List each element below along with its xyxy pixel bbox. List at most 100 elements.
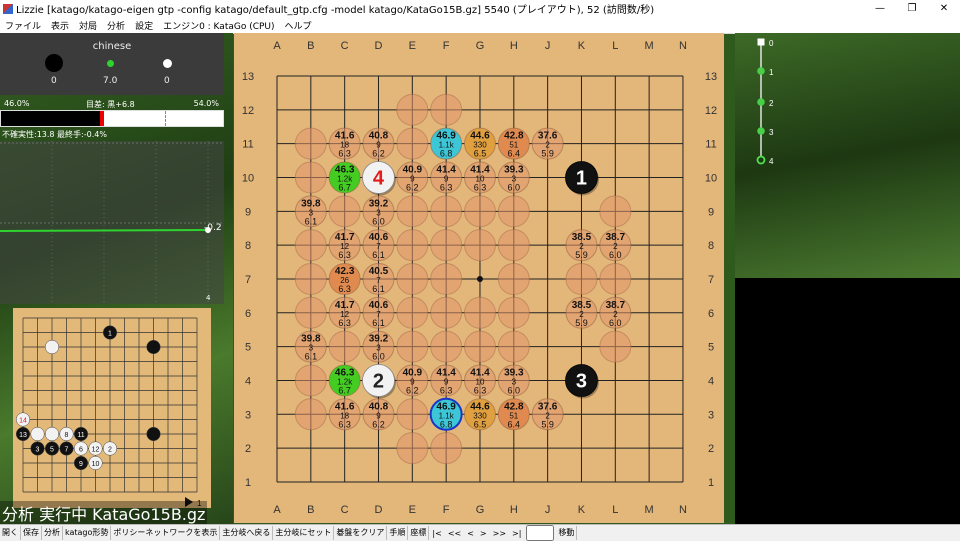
candidate-move[interactable] (396, 398, 429, 431)
menu-item[interactable]: 分析 (102, 19, 130, 32)
candidate-move[interactable] (430, 296, 463, 329)
candidate-move[interactable]: 40.896.2 (362, 398, 395, 431)
move-number-input[interactable] (526, 525, 555, 541)
candidate-move[interactable]: 42.3266.3 (328, 262, 361, 295)
toolbar-button[interactable]: 手順 (387, 526, 409, 540)
candidate-move[interactable]: 38.726.0 (599, 296, 632, 329)
candidate-move[interactable] (396, 229, 429, 262)
candidate-move[interactable] (565, 262, 598, 295)
candidate-move[interactable] (497, 229, 530, 262)
menu-item[interactable]: ヘルプ (280, 19, 317, 32)
candidate-move[interactable] (430, 229, 463, 262)
candidate-move[interactable]: 41.4106.3 (463, 161, 496, 194)
candidate-move[interactable]: 41.6186.3 (328, 398, 361, 431)
candidate-move[interactable]: 44.63306.5 (463, 127, 496, 160)
nav-button[interactable]: >> (490, 529, 509, 538)
menu-item[interactable]: 設定 (130, 19, 158, 32)
candidate-move[interactable]: 37.625.9 (531, 398, 564, 431)
candidate-move[interactable] (463, 195, 496, 228)
candidate-move[interactable]: 39.836.1 (294, 330, 327, 363)
candidate-move[interactable]: 39.336.0 (497, 161, 530, 194)
winrate-graph[interactable]: -0.2 4 (0, 141, 224, 304)
nav-button[interactable]: << (445, 529, 464, 538)
candidate-move[interactable]: 46.31.2k6.7 (328, 161, 361, 194)
candidate-move[interactable]: 38.525.9 (565, 296, 598, 329)
candidate-move[interactable] (497, 296, 530, 329)
candidate-move[interactable]: 42.8516.4 (497, 398, 530, 431)
candidate-move[interactable] (463, 330, 496, 363)
candidate-move[interactable]: 40.676.1 (362, 296, 395, 329)
candidate-move[interactable]: 44.63306.5 (463, 398, 496, 431)
candidate-move[interactable] (328, 330, 361, 363)
candidate-move[interactable] (396, 330, 429, 363)
candidate-move[interactable] (497, 262, 530, 295)
toolbar-button[interactable]: katago形勢 (63, 526, 112, 540)
toolbar-button[interactable]: 主分岐へ戻る (220, 526, 274, 540)
candidate-move[interactable] (497, 330, 530, 363)
candidate-move[interactable] (396, 262, 429, 295)
candidate-move[interactable]: 39.236.0 (362, 195, 395, 228)
candidate-move[interactable] (396, 127, 429, 160)
mini-board[interactable]: 1 8 11 13 14 3 5 7 6 12 2 9 10 1 (13, 308, 211, 508)
menu-item[interactable]: エンジン0 : KataGo (CPU) (158, 19, 279, 32)
candidate-move[interactable] (294, 296, 327, 329)
toolbar-button[interactable]: ポリシーネットワークを表示 (111, 526, 221, 540)
tree-node[interactable] (757, 38, 765, 46)
candidate-move[interactable]: 40.576.1 (362, 262, 395, 295)
maximize-button[interactable]: ❐ (896, 0, 928, 17)
candidate-move[interactable] (430, 432, 463, 465)
candidate-move[interactable]: 41.496.3 (430, 364, 463, 397)
candidate-move[interactable]: 41.7126.3 (328, 296, 361, 329)
candidate-move[interactable] (430, 262, 463, 295)
candidate-move[interactable]: 46.31.2k6.7 (328, 364, 361, 397)
tree-node[interactable] (757, 98, 765, 106)
candidate-move[interactable] (396, 93, 429, 126)
candidate-move[interactable]: 41.6186.3 (328, 127, 361, 160)
candidate-move[interactable] (396, 432, 429, 465)
candidate-move[interactable] (294, 398, 327, 431)
toolbar-button[interactable]: 開く (0, 526, 21, 540)
nav-button[interactable]: |< (429, 529, 444, 538)
candidate-move[interactable]: 42.8516.4 (497, 127, 530, 160)
candidate-move[interactable]: 40.996.2 (396, 161, 429, 194)
candidate-move[interactable] (599, 195, 632, 228)
go-board[interactable]: A A B B C C D D E E F F G G H H J J K K L L M M N N 13 13 12 12 11 11 10… (234, 33, 724, 523)
candidate-move[interactable] (599, 330, 632, 363)
nav-button[interactable]: >| (509, 529, 524, 538)
candidate-move[interactable] (430, 195, 463, 228)
toolbar-button[interactable]: 保存 (21, 526, 42, 540)
candidate-move[interactable] (294, 161, 327, 194)
candidate-move[interactable] (328, 195, 361, 228)
candidate-move[interactable] (463, 229, 496, 262)
toolbar-button[interactable]: 分析 (42, 526, 63, 540)
candidate-move[interactable] (463, 296, 496, 329)
candidate-move[interactable]: 41.496.3 (430, 161, 463, 194)
nav-button[interactable]: > (477, 529, 490, 538)
candidate-move[interactable] (294, 229, 327, 262)
candidate-move[interactable] (396, 195, 429, 228)
toolbar-button[interactable]: 主分岐にセット (273, 526, 335, 540)
nav-button[interactable]: < (464, 529, 477, 538)
tree-node[interactable] (756, 155, 766, 165)
candidate-move[interactable]: 39.336.0 (497, 364, 530, 397)
minimize-button[interactable]: — (864, 0, 896, 17)
candidate-move[interactable] (294, 127, 327, 160)
candidate-move[interactable] (430, 93, 463, 126)
candidate-move[interactable]: 40.676.1 (362, 229, 395, 262)
candidate-move[interactable]: 37.625.9 (531, 127, 564, 160)
candidate-move[interactable]: 38.525.9 (565, 229, 598, 262)
candidate-move[interactable]: 40.896.2 (362, 127, 395, 160)
candidate-move[interactable]: 41.7126.3 (328, 229, 361, 262)
toolbar-button[interactable]: 碁盤をクリア (334, 526, 388, 540)
close-button[interactable]: ✕ (928, 0, 960, 17)
candidate-move[interactable] (430, 330, 463, 363)
candidate-move[interactable]: 40.996.2 (396, 364, 429, 397)
candidate-move[interactable] (497, 195, 530, 228)
menu-item[interactable]: 表示 (46, 19, 74, 32)
candidate-move[interactable] (396, 296, 429, 329)
candidate-move[interactable]: 39.236.0 (362, 330, 395, 363)
tree-node[interactable] (757, 127, 765, 135)
menu-item[interactable]: 対局 (74, 19, 102, 32)
candidate-move[interactable] (294, 262, 327, 295)
candidate-move[interactable] (599, 262, 632, 295)
